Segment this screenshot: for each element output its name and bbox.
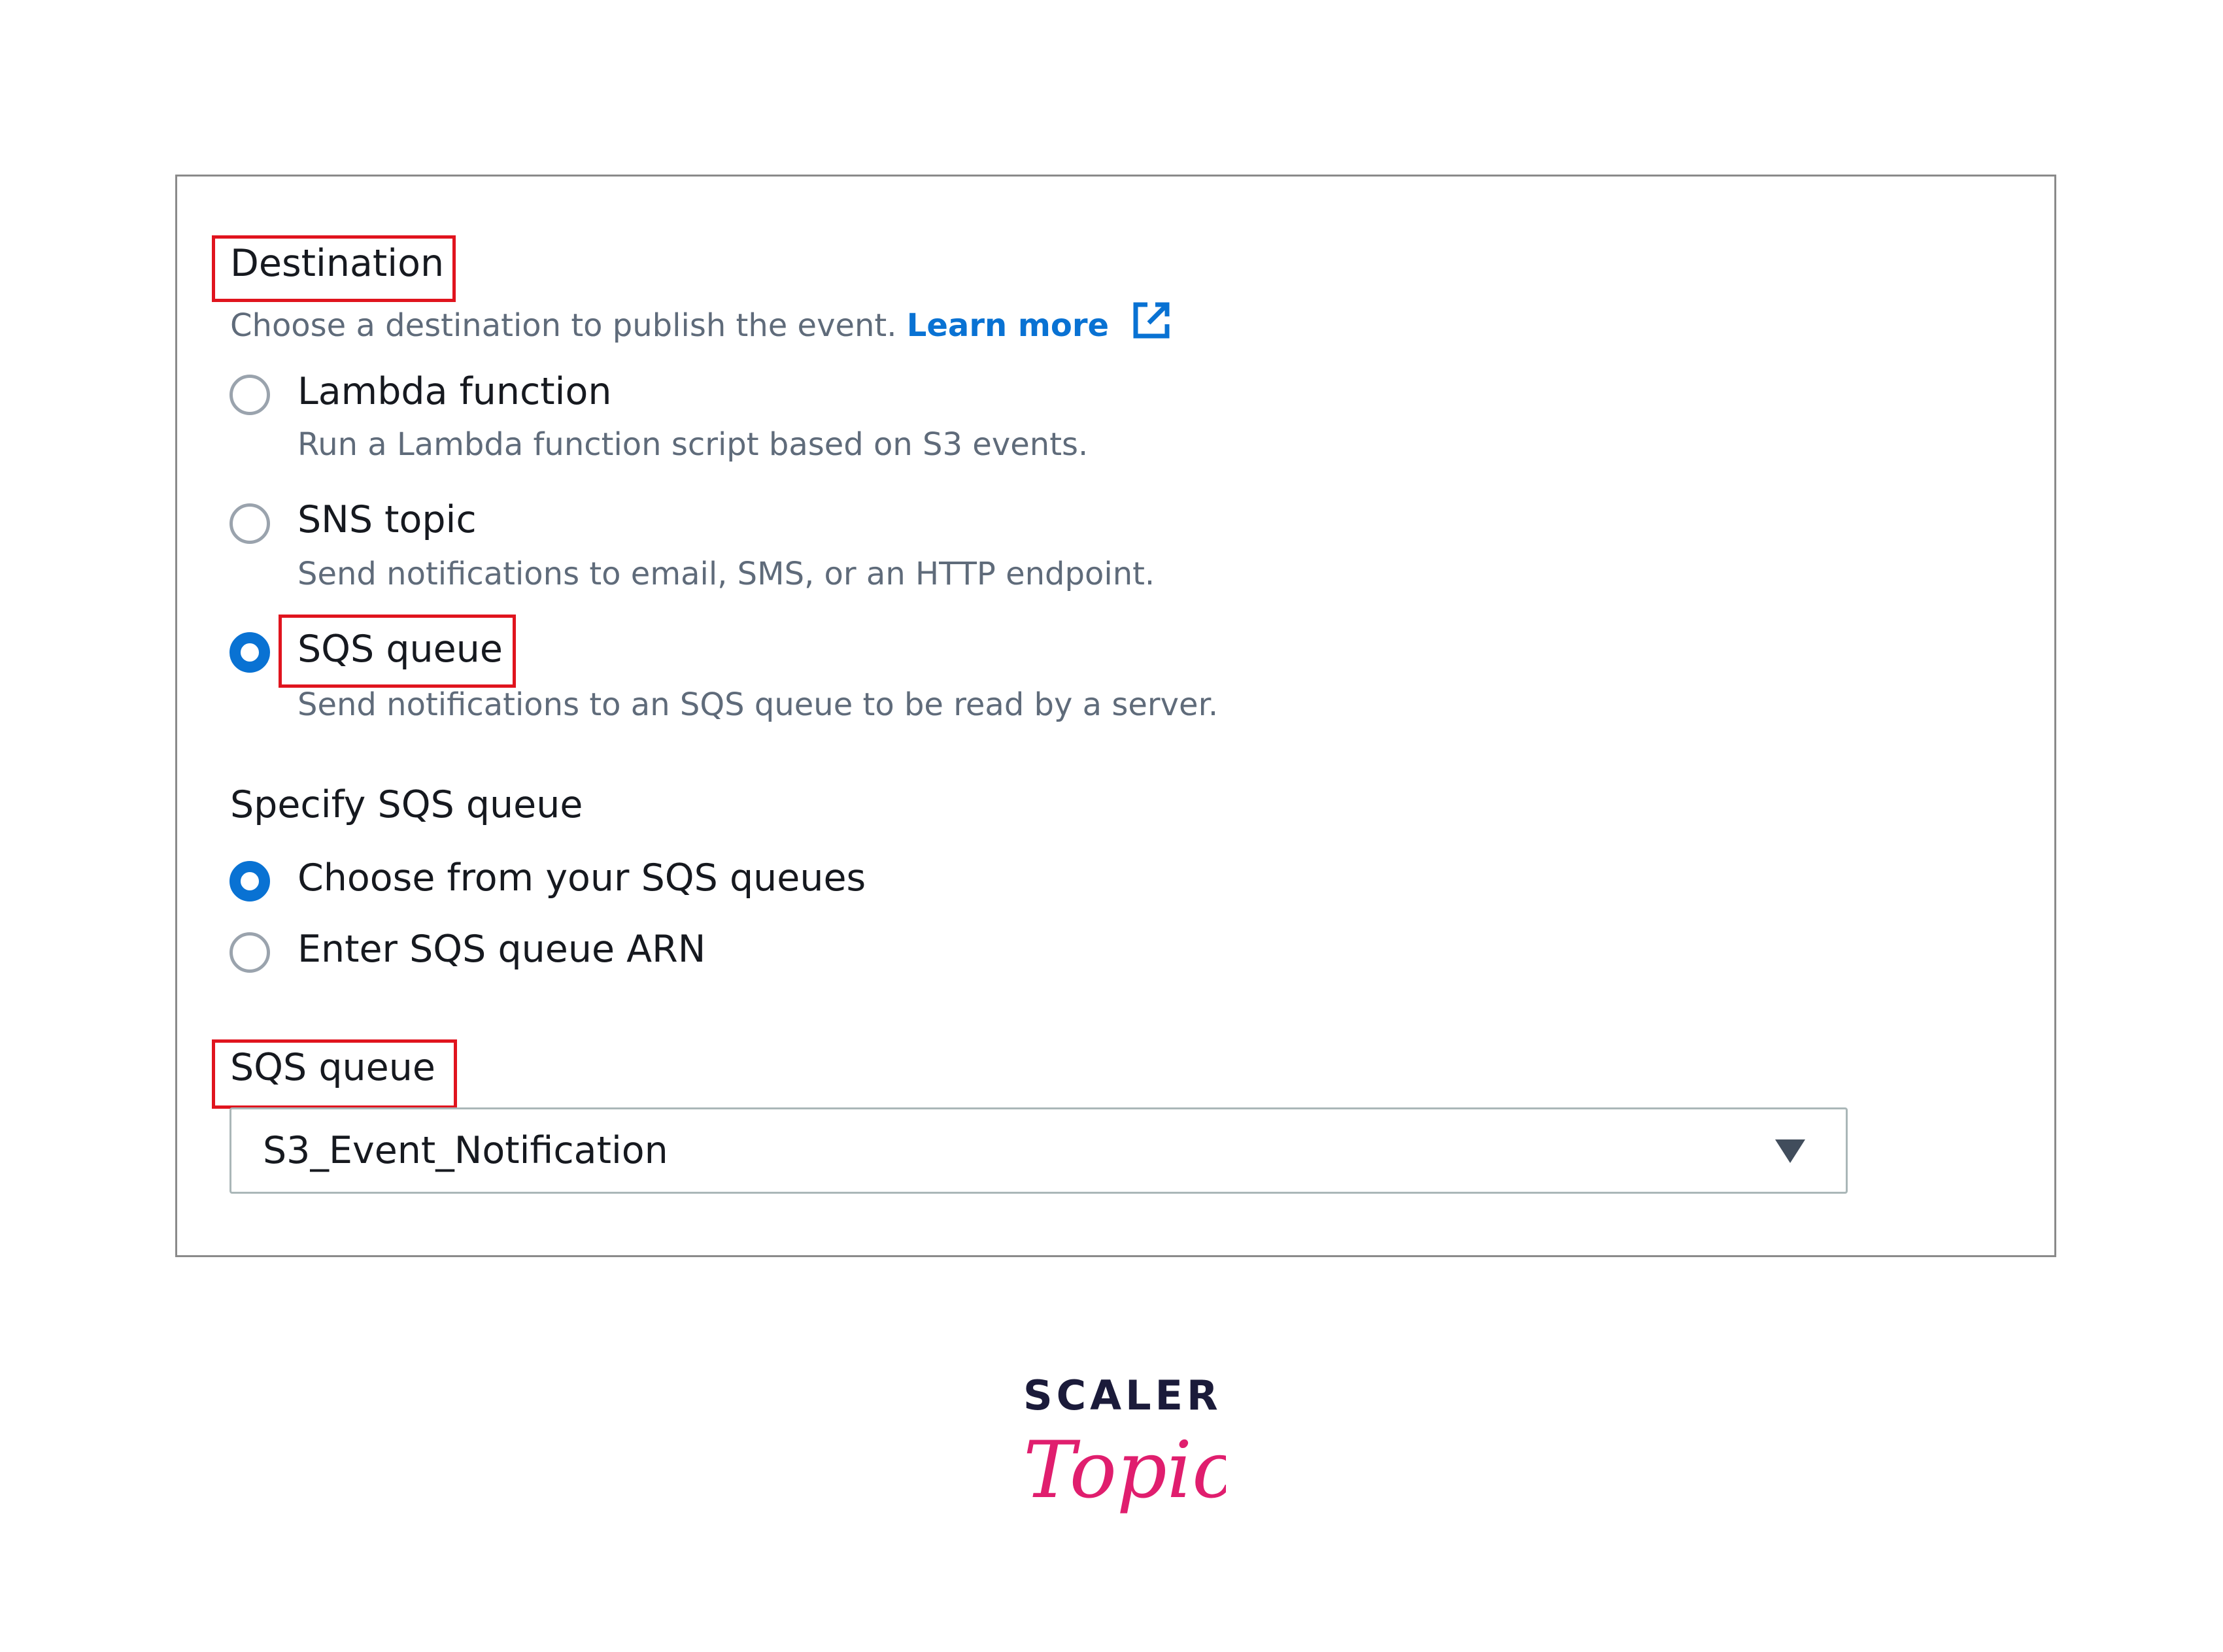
option-label-enter-arn[interactable]: Enter SQS queue ARN	[297, 928, 705, 971]
highlight-box-destination	[212, 235, 456, 302]
radio-lambda-function[interactable]	[229, 375, 270, 415]
scaler-topics-logo: SCALER Topics	[1017, 1366, 1276, 1536]
sqs-queue-select-value: S3_Event_Notification	[263, 1129, 668, 1172]
learn-more-link[interactable]: Learn more	[907, 307, 1109, 344]
destination-description: Choose a destination to publish the even…	[230, 307, 897, 344]
radio-sns-topic[interactable]	[229, 503, 270, 544]
option-description-sqs: Send notifications to an SQS queue to be…	[297, 686, 1219, 723]
option-description-sns: Send notifications to email, SMS, or an …	[297, 556, 1155, 592]
destination-panel: Destination Choose a destination to publ…	[175, 175, 2056, 1257]
radio-sqs-queue[interactable]	[229, 632, 270, 673]
highlight-box-sqs-option	[279, 615, 516, 688]
sqs-queue-select[interactable]: S3_Event_Notification	[229, 1107, 1848, 1194]
option-label-sns[interactable]: SNS topic	[297, 498, 477, 541]
highlight-box-sqs-label	[212, 1039, 457, 1109]
svg-text:Topics: Topics	[1023, 1425, 1226, 1516]
radio-enter-arn[interactable]	[229, 932, 270, 973]
caret-down-icon[interactable]	[1775, 1139, 1805, 1163]
option-description-lambda: Run a Lambda function script based on S3…	[297, 426, 1089, 463]
destination-description-row: Choose a destination to publish the even…	[230, 299, 1172, 349]
svg-text:SCALER: SCALER	[1023, 1372, 1222, 1419]
external-link-icon[interactable]	[1130, 299, 1172, 349]
radio-choose-from-queues[interactable]	[229, 861, 270, 902]
option-label-lambda[interactable]: Lambda function	[297, 370, 611, 413]
option-label-choose-existing[interactable]: Choose from your SQS queues	[297, 856, 866, 900]
specify-sqs-title: Specify SQS queue	[230, 783, 583, 826]
